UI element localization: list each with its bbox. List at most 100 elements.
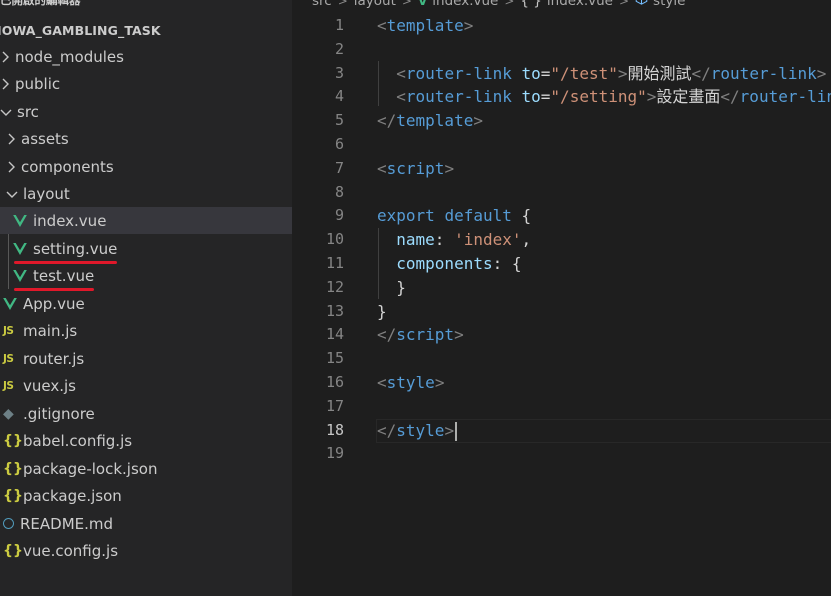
tree-item[interactable]: public: [0, 70, 292, 97]
code-token: </: [377, 325, 397, 345]
tree-item-label: router.js: [23, 349, 85, 368]
tree-item[interactable]: layout: [0, 180, 292, 207]
tree-item[interactable]: src: [0, 98, 292, 125]
code-token: "/setting": [550, 87, 647, 107]
code-token: <: [396, 63, 406, 83]
tree-item[interactable]: App.vue: [0, 290, 292, 317]
code-line: <router-link to="/setting">設定畫面</router-…: [377, 85, 831, 109]
code-token: template: [386, 16, 464, 35]
tree-item[interactable]: {} package.json: [0, 482, 292, 509]
code-token: 設定畫面: [656, 87, 721, 107]
tree-item[interactable]: assets: [0, 125, 292, 152]
tree-item-label: src: [17, 102, 39, 121]
breadcrumb-module[interactable]: index.vue: [547, 0, 613, 11]
tree-item[interactable]: README.md: [0, 510, 292, 537]
code-token: <: [377, 16, 387, 35]
tree-item[interactable]: ◆ .gitignore: [0, 400, 292, 427]
tree-item-label: README.md: [20, 514, 114, 533]
code-line: <script>: [377, 157, 831, 181]
breadcrumb-layout[interactable]: layout: [354, 0, 396, 11]
code-token: template: [396, 111, 474, 131]
code-line: <router-link to="/test">開始測試</router-lin…: [377, 62, 831, 86]
code-token: router-link: [405, 63, 512, 83]
code-token: to: [521, 63, 541, 83]
tree-item-label: babel.config.js: [23, 431, 133, 450]
breadcrumb-file[interactable]: index.vue: [432, 0, 498, 11]
git-file-icon: ◆: [3, 405, 14, 422]
code-token: 開始測試: [627, 63, 692, 83]
tree-item[interactable]: {} package-lock.json: [0, 455, 292, 482]
code-token: }: [377, 301, 387, 321]
open-editors-section-header[interactable]: 已開啟的編輯器: [0, 0, 292, 10]
code-token: 'index': [454, 230, 522, 250]
line-number: 13: [325, 301, 344, 320]
code-token: components: [396, 253, 493, 273]
code-token: {: [511, 206, 532, 226]
explorer-sidebar: 已開啟的編輯器 IOWA_GAMBLING_TASK node_modules p…: [0, 0, 292, 596]
code-token: </: [720, 87, 740, 107]
code-token: <: [396, 87, 406, 107]
breadcrumb-separator: >: [504, 0, 515, 8]
line-number: 3: [334, 63, 344, 82]
chevron-down-icon: [6, 186, 18, 202]
tree-item[interactable]: index.vue: [0, 207, 292, 234]
breadcrumb-style[interactable]: style: [653, 0, 685, 11]
editor-pane: src > layout > V index.vue > { } index.v…: [292, 0, 831, 596]
tree-item[interactable]: {} vue.config.js: [0, 537, 292, 564]
code-area[interactable]: <template> <router-link to="/test">開始測試<…: [377, 14, 831, 466]
code-token: >: [434, 372, 445, 392]
tree-item-label: assets: [21, 129, 69, 148]
tree-item[interactable]: JS vuex.js: [0, 372, 292, 399]
code-line: }: [377, 276, 831, 300]
code-line: </script>: [377, 323, 831, 347]
code-token: export: [377, 206, 435, 226]
code-token: >: [444, 420, 455, 440]
chevron-down-icon: [0, 104, 12, 120]
line-number: 10: [325, 230, 344, 249]
json-file-icon: {}: [3, 460, 23, 477]
tree-item[interactable]: JS main.js: [0, 317, 292, 344]
code-token: >: [646, 87, 657, 107]
line-number: 15: [325, 349, 344, 368]
line-number: 7: [334, 158, 344, 177]
tree-item[interactable]: JS router.js: [0, 345, 292, 372]
code-line: name: 'index',: [377, 228, 831, 252]
tree-item[interactable]: components: [0, 153, 292, 180]
code-token: >: [444, 158, 455, 178]
code-token: script: [396, 325, 455, 345]
tree-item[interactable]: {} babel.config.js: [0, 427, 292, 454]
breadcrumb-src[interactable]: src: [312, 0, 332, 11]
line-number: 16: [325, 372, 344, 391]
code-token: >: [816, 63, 827, 83]
code-line: export default {: [377, 204, 831, 228]
code-line: <style>: [377, 371, 831, 395]
tree-item[interactable]: setting.vue: [0, 235, 292, 262]
tree-item-label: vuex.js: [23, 376, 76, 395]
code-token: }: [377, 277, 406, 297]
tree-item[interactable]: test.vue: [0, 262, 292, 289]
tree-item-label: package-lock.json: [23, 459, 158, 478]
line-number: 9: [334, 206, 344, 225]
line-number: 11: [325, 253, 344, 272]
vue-file-icon: [13, 241, 27, 257]
code-token: </: [377, 111, 397, 131]
line-number: 5: [334, 111, 344, 130]
annotation-underline-test: [14, 288, 94, 291]
code-token: : {: [492, 253, 522, 273]
project-folder-header[interactable]: IOWA_GAMBLING_TASK: [0, 20, 161, 42]
line-number: 18: [325, 420, 344, 439]
code-token: >: [617, 63, 628, 83]
tree-item[interactable]: node_modules: [0, 43, 292, 70]
line-number: 12: [325, 277, 344, 296]
tree-item-label: test.vue: [33, 266, 95, 285]
line-number: 6: [334, 134, 344, 153]
code-line: </style>: [377, 419, 831, 443]
